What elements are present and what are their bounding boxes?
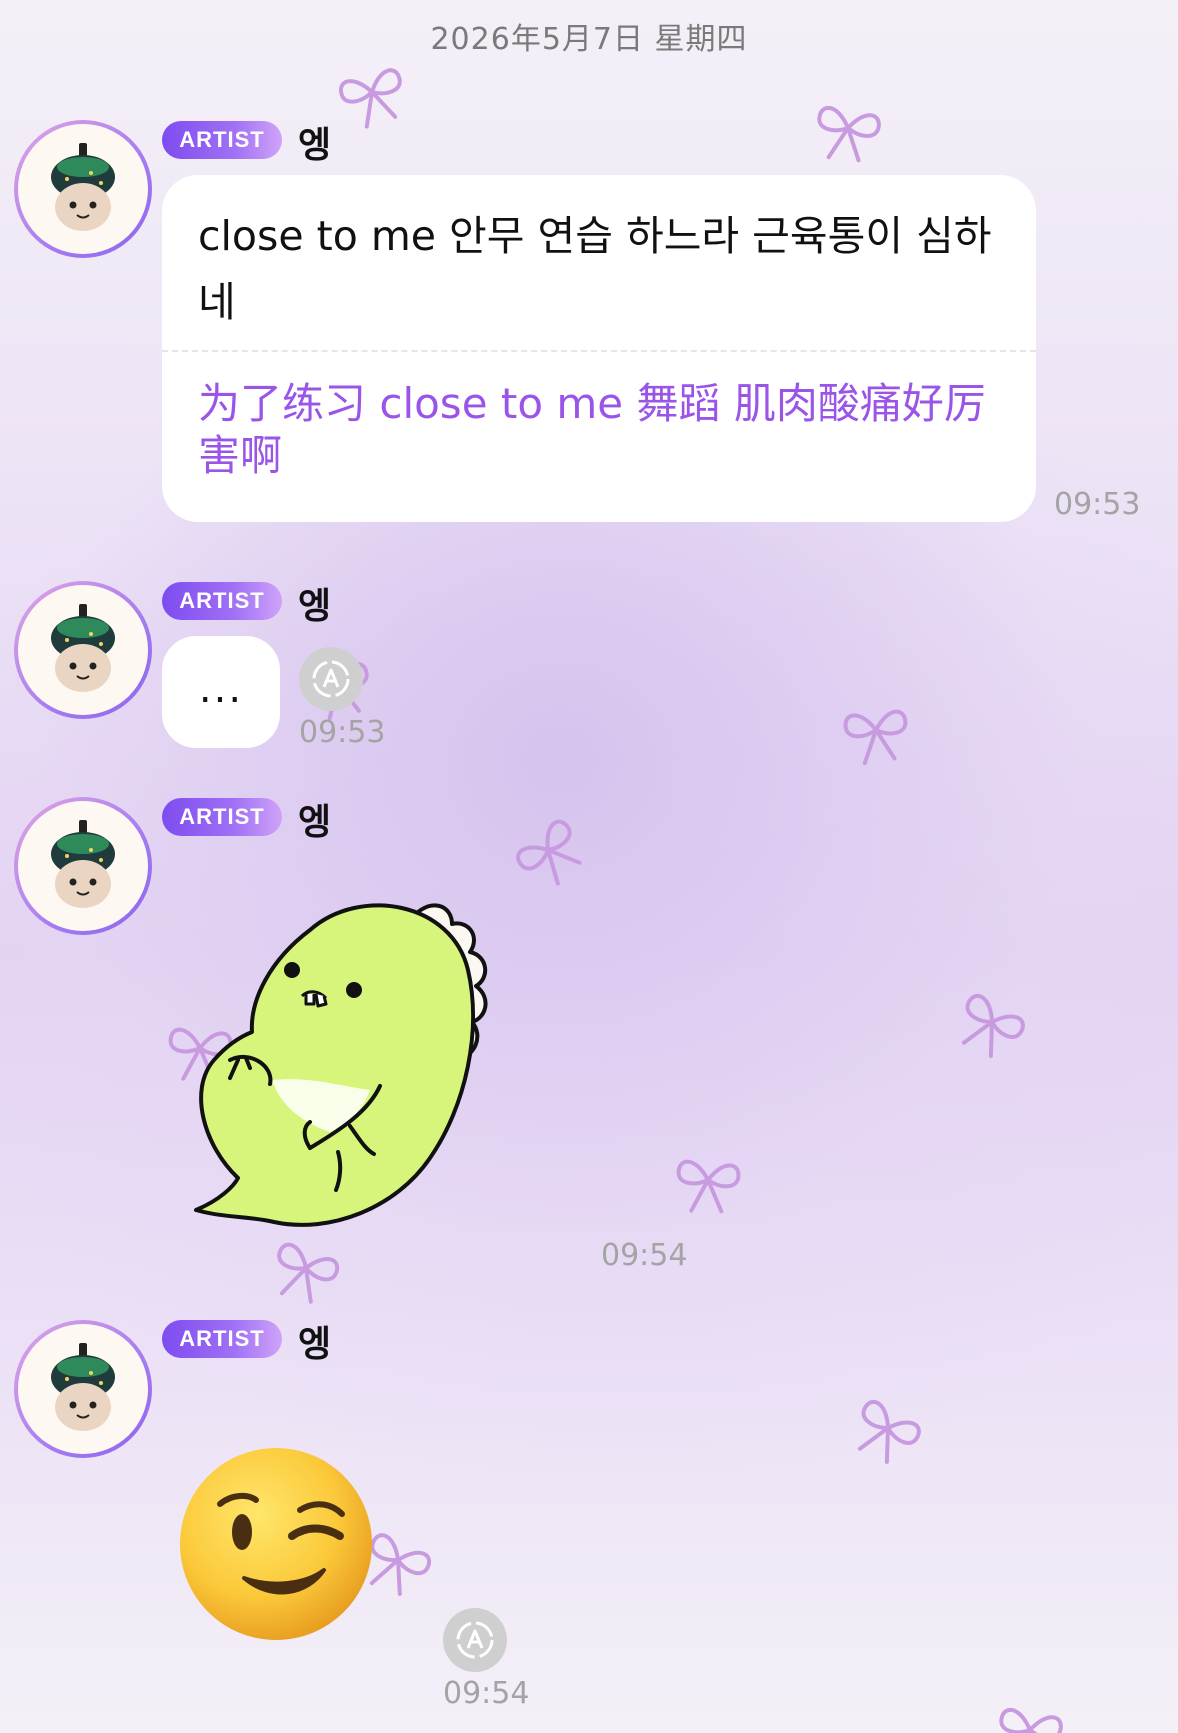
artist-avatar-icon <box>51 1343 115 1431</box>
message-timestamp: 09:53 <box>299 715 386 750</box>
artist-avatar-icon <box>51 820 115 908</box>
translation-text: 为了练习 close to me 舞蹈 肌肉酸痛好厉害啊 <box>198 379 986 480</box>
artist-badge: ARTIST <box>162 798 282 836</box>
artist-badge: ARTIST <box>162 121 282 159</box>
message-timestamp: 09:54 <box>601 1238 688 1273</box>
translation-divider <box>162 350 1036 352</box>
artist-avatar[interactable] <box>14 120 152 258</box>
artist-avatar[interactable] <box>14 1320 152 1458</box>
artist-avatar-icon <box>51 604 115 692</box>
message-timestamp: 09:53 <box>1054 487 1141 522</box>
auto-translate-icon[interactable] <box>299 647 363 711</box>
date-divider: 2026年5月7日 星期四 <box>430 22 748 57</box>
green-dinosaur-sticker[interactable] <box>190 890 530 1240</box>
artist-avatar[interactable] <box>14 797 152 935</box>
auto-translate-icon[interactable] <box>443 1608 507 1672</box>
message-bubble[interactable]: ... <box>162 636 280 748</box>
message-text: ... <box>198 666 244 712</box>
winking-face-emoji[interactable] <box>176 1444 376 1644</box>
message-timestamp: 09:54 <box>443 1676 530 1711</box>
sender-name: 엥 <box>298 802 332 843</box>
artist-badge: ARTIST <box>162 582 282 620</box>
sender-name: 엥 <box>298 1324 332 1365</box>
artist-avatar-icon <box>51 143 115 231</box>
message-bubble[interactable]: close to me 안무 연습 하느라 근육통이 심하네 为了练习 clos… <box>162 175 1036 522</box>
artist-badge: ARTIST <box>162 1320 282 1358</box>
artist-avatar[interactable] <box>14 581 152 719</box>
sender-name: 엥 <box>298 586 332 627</box>
sender-name: 엥 <box>298 125 332 166</box>
message-text: close to me 안무 연습 하느라 근육통이 심하네 <box>198 212 992 326</box>
